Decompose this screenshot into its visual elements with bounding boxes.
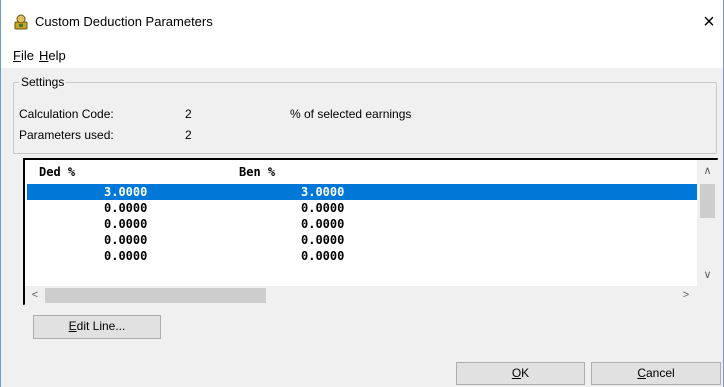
calc-code-description: % of selected earnings (290, 107, 412, 121)
parameters-listbox[interactable]: Ded % Ben % 3.0000 3.0000 0.0000 0.0000 … (23, 158, 718, 305)
menu-help-accel: H (39, 48, 49, 63)
cell-ben: 0.0000 (301, 233, 345, 247)
horizontal-scrollbar[interactable]: < > (25, 286, 697, 305)
menu-help[interactable]: Help (39, 48, 66, 64)
edit-line-accel: E (68, 319, 77, 333)
column-header-ben: Ben % (239, 165, 276, 179)
app-icon (12, 13, 30, 31)
vertical-scrollbar[interactable]: ∧ ∨ (697, 160, 718, 286)
dialog-window: Custom Deduction Parameters × File Help … (0, 0, 724, 387)
scroll-right-arrow-icon[interactable]: > (677, 286, 695, 305)
scroll-left-arrow-icon[interactable]: < (26, 286, 44, 305)
cell-ded: 0.0000 (104, 233, 148, 247)
scroll-down-arrow-icon[interactable]: ∨ (697, 266, 718, 284)
calc-code-value: 2 (185, 107, 192, 121)
menu-bar: File Help (1, 44, 723, 68)
params-used-value: 2 (185, 128, 192, 142)
menu-help-label: elp (48, 48, 66, 63)
list-content: Ded % Ben % 3.0000 3.0000 0.0000 0.0000 … (25, 160, 697, 286)
ok-label: K (521, 366, 530, 380)
ok-button[interactable]: OK (456, 362, 585, 385)
close-button[interactable]: × (695, 8, 723, 36)
table-row[interactable]: 0.0000 0.0000 (27, 200, 697, 216)
cell-ded: 0.0000 (104, 249, 148, 263)
vertical-scroll-thumb[interactable] (700, 184, 715, 218)
cancel-label: ancel (645, 366, 675, 380)
menu-file[interactable]: File (13, 48, 34, 64)
table-row[interactable]: 0.0000 0.0000 (27, 232, 697, 248)
menu-file-label: ile (20, 48, 34, 63)
horizontal-scroll-thumb[interactable] (45, 288, 266, 303)
cancel-accel: C (637, 366, 646, 380)
table-row[interactable]: 0.0000 0.0000 (27, 248, 697, 264)
calc-code-label: Calculation Code: (19, 107, 114, 121)
cell-ded: 0.0000 (104, 217, 148, 231)
window-title: Custom Deduction Parameters (35, 14, 213, 29)
cell-ded: 0.0000 (104, 201, 148, 215)
cell-ben: 0.0000 (301, 249, 345, 263)
table-row[interactable]: 0.0000 0.0000 (27, 216, 697, 232)
edit-line-button[interactable]: Edit Line... (33, 315, 161, 339)
cell-ben: 0.0000 (301, 217, 345, 231)
scrollbar-corner (697, 286, 718, 305)
ok-accel: O (511, 366, 522, 380)
title-bar[interactable]: Custom Deduction Parameters × (1, 0, 723, 44)
cell-ded: 3.0000 (104, 185, 148, 199)
edit-line-label: dit Line... (76, 319, 126, 333)
column-header-ded: Ded % (39, 165, 76, 179)
table-row[interactable]: 3.0000 3.0000 (27, 184, 697, 200)
scroll-up-arrow-icon[interactable]: ∧ (697, 162, 718, 180)
menu-file-accel: F (13, 48, 21, 63)
params-used-label: Parameters used: (19, 128, 114, 142)
cell-ben: 3.0000 (301, 185, 345, 199)
cancel-button[interactable]: Cancel (591, 362, 721, 385)
settings-group-label: Settings (19, 75, 67, 89)
cell-ben: 0.0000 (301, 201, 345, 215)
